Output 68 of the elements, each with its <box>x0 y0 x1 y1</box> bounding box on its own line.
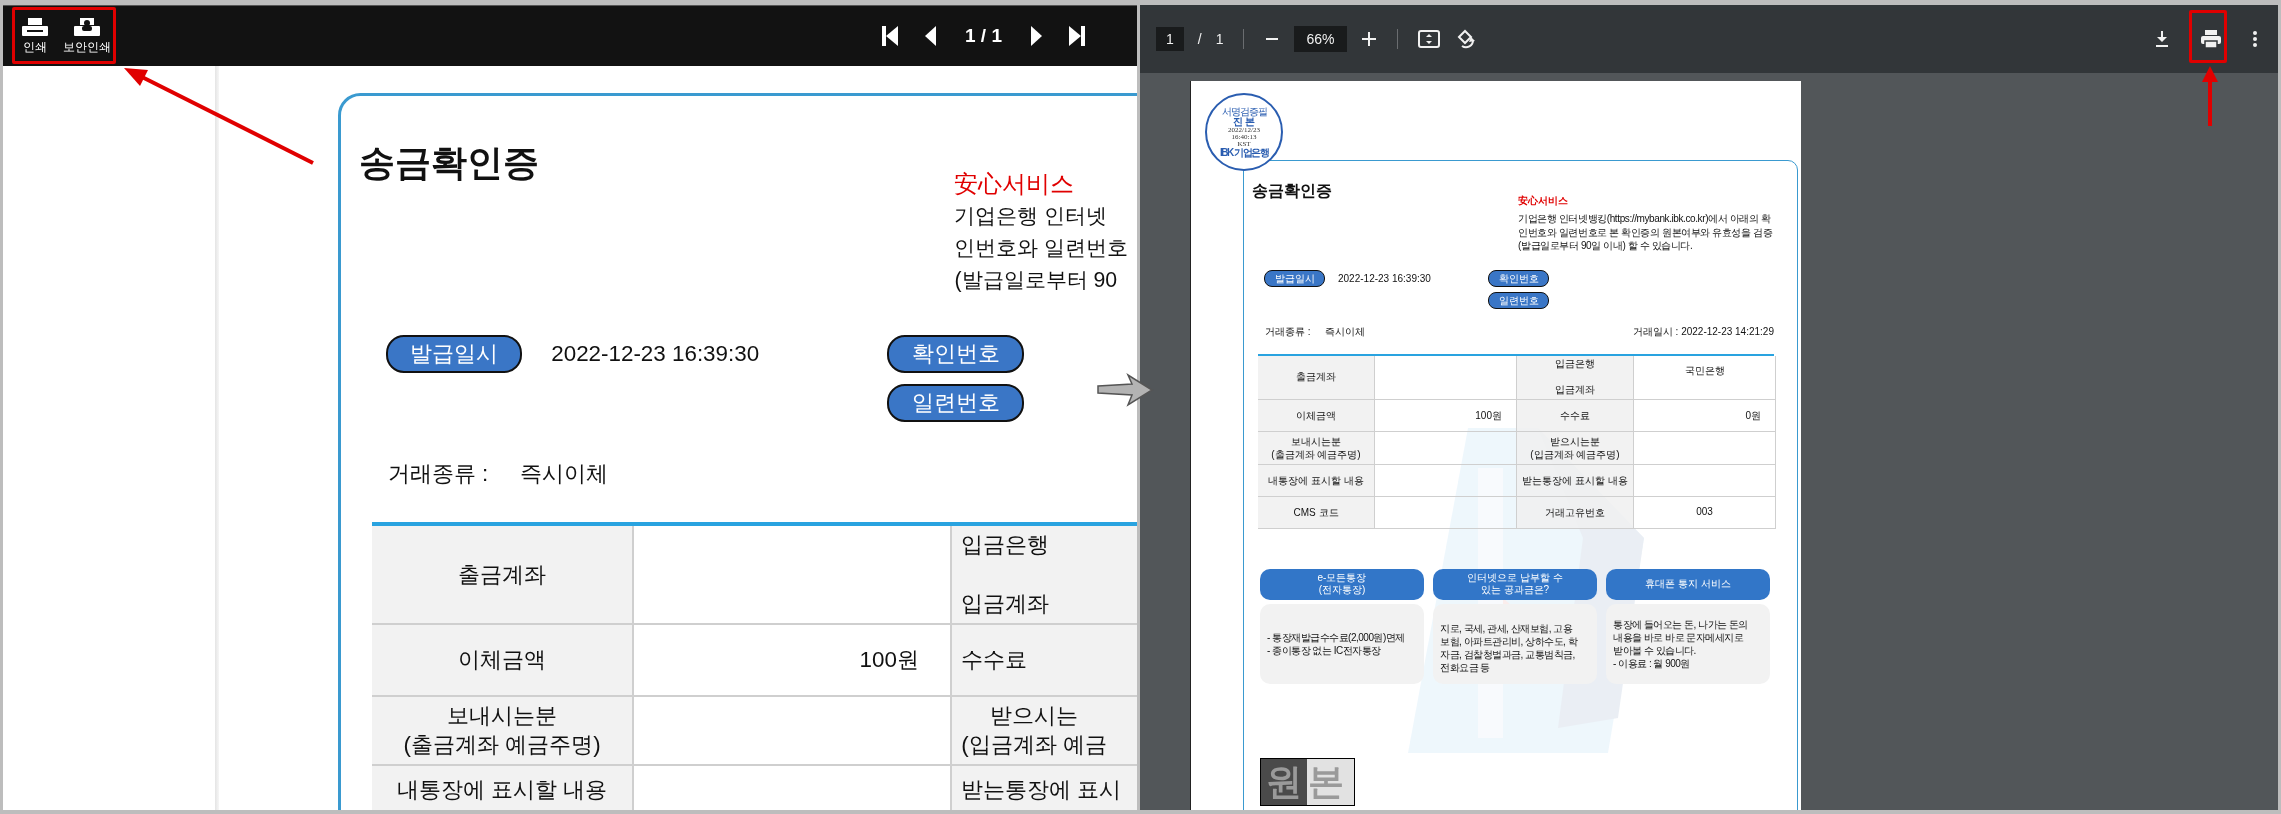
pointer-arrow <box>2202 66 2218 126</box>
issue-date: 2022-12-23 16:39:30 <box>1338 271 1431 286</box>
row-header-cell: 입금은행 입금계좌 <box>1517 355 1634 400</box>
field-label: 발급일시 <box>385 334 523 373</box>
fit-page-icon[interactable] <box>1417 29 1440 49</box>
notice-heading: 安心서비스 <box>1518 194 1569 207</box>
row-header-cell: 수수료 <box>1517 399 1634 432</box>
last-page-icon[interactable] <box>1067 24 1087 48</box>
table-cell: 100원 <box>634 624 953 697</box>
row-header-cell: 이체금액 <box>1258 399 1375 432</box>
service-header: 휴대폰 통지 서비스 <box>1606 568 1770 600</box>
row-header-cell: CMS 코드 <box>1258 496 1375 529</box>
field-label: 확인번호 <box>887 334 1024 373</box>
row-header-cell: 내통장에 표시할 내용 <box>1258 464 1375 497</box>
service-description: 지로, 국세, 관세, 산재보험, 고용 보험, 아파트관리비, 상하수도, 학 자금, 검찰청벌과금, 교통범칙금, 전화요금 등 <box>1433 603 1597 684</box>
service-description: 통장에 들어오는 돈, 나가는 돈의 내용을 바로 바로 문자메세지로 받아볼 수 있습니다. - 이용료 : 월 900원 <box>1606 603 1770 684</box>
row-header-cell: 받으시는분 (입금계좌 예금주명) <box>1517 431 1634 465</box>
row-header-cell: 내통장에 표시할 내용 <box>372 766 635 810</box>
secure-print-button[interactable]: 보안인쇄 <box>59 16 115 56</box>
row-header-cell: 거래고유번호 <box>1517 496 1634 529</box>
more-options-icon[interactable] <box>2252 30 2258 48</box>
row-header-cell: 받는통장에 표시할 내용 <box>1517 464 1634 497</box>
seal-text: 서명검증필 <box>1221 106 1267 117</box>
page-count: 1 <box>1215 31 1224 47</box>
service-description: - 통장재발급수수료(2,000원)면제 - 종이통장 없는 IC전자통장 <box>1260 603 1424 684</box>
page-indicator: 1 / 1 <box>965 25 1002 47</box>
row-header-cell: 수수료 <box>952 624 1137 697</box>
page-separator: / <box>1197 31 1202 47</box>
row-header-cell: 보내시는분 (출금계좌 예금주명) <box>372 696 635 767</box>
row-header-cell: 출금계좌 <box>372 526 635 625</box>
zoom-in-icon[interactable] <box>1360 31 1377 47</box>
field-label: 발급일시 <box>1264 269 1325 287</box>
row-header-cell: 받는통장에 표시 <box>952 766 1137 810</box>
seal-text: 진 본 <box>1232 116 1256 127</box>
printer-icon <box>21 16 49 37</box>
first-page-icon[interactable] <box>880 24 900 48</box>
seal-text: IBK 기업은행 <box>1220 147 1268 158</box>
table-cell: 003 <box>1634 496 1776 529</box>
field-label: 확인번호 <box>1488 269 1549 287</box>
row-header-cell: 이체금액 <box>372 624 635 697</box>
row-header-cell: 보내시는분 (출금계좌 예금주명) <box>1258 431 1375 465</box>
row-header-cell: 출금계좌 <box>1258 355 1375 400</box>
table-cell: 국민은행 <box>1634 355 1776 400</box>
notice-paragraph: 기업은행 인터넷뱅킹(https://mybank.ibk.co.kr)에서 아래의 확 인번호와 일련번호로 본 확인증의 원본여부와 유효성을 검증 (발급일로부터 90일 이내) 할 수 있습니다. <box>1518 212 1773 253</box>
service-header: e-모든통장 (전자통장) <box>1260 568 1424 600</box>
printer-icon <box>73 16 101 37</box>
service-header: 인터넷으로 납부할 수 있는 공과금은? <box>1433 568 1597 600</box>
field-label: 일련번호 <box>887 383 1024 422</box>
issue-date: 2022-12-23 16:39:30 <box>551 339 760 368</box>
notice-heading: 安心서비스 <box>954 169 1076 199</box>
zoom-field[interactable]: 66% <box>1294 26 1347 52</box>
document-title: 송금확인증 <box>358 141 540 185</box>
transaction-time: 거래일시 : 2022-12-23 14:21:29 <box>1632 324 1774 339</box>
highlight-frame <box>2189 10 2227 63</box>
row-header-cell: 입금은행 입금계좌 <box>952 526 1137 625</box>
download-icon[interactable] <box>2154 30 2170 48</box>
transaction-type-value: 즉시이체 <box>1324 324 1365 339</box>
transaction-type-value: 즉시이체 <box>519 459 608 488</box>
notice-paragraph: 기업은행 인터넷 인번호와 일련번호 (발급일로부터 90 <box>954 203 1129 294</box>
field-label: 일련번호 <box>1488 291 1549 309</box>
table-cell: 0원 <box>1634 399 1776 432</box>
print-icon[interactable] <box>2200 29 2222 49</box>
transaction-type-label: 거래종류 : <box>1265 324 1311 339</box>
row-header-cell: 받으시는 (입금계좌 예금 <box>952 696 1137 767</box>
print-button[interactable]: 인쇄 <box>17 16 53 56</box>
transaction-type-label: 거래종류 : <box>387 459 489 488</box>
page-number-field[interactable]: 1 <box>1156 27 1184 51</box>
document-title: 송금확인증 <box>1252 181 1333 201</box>
